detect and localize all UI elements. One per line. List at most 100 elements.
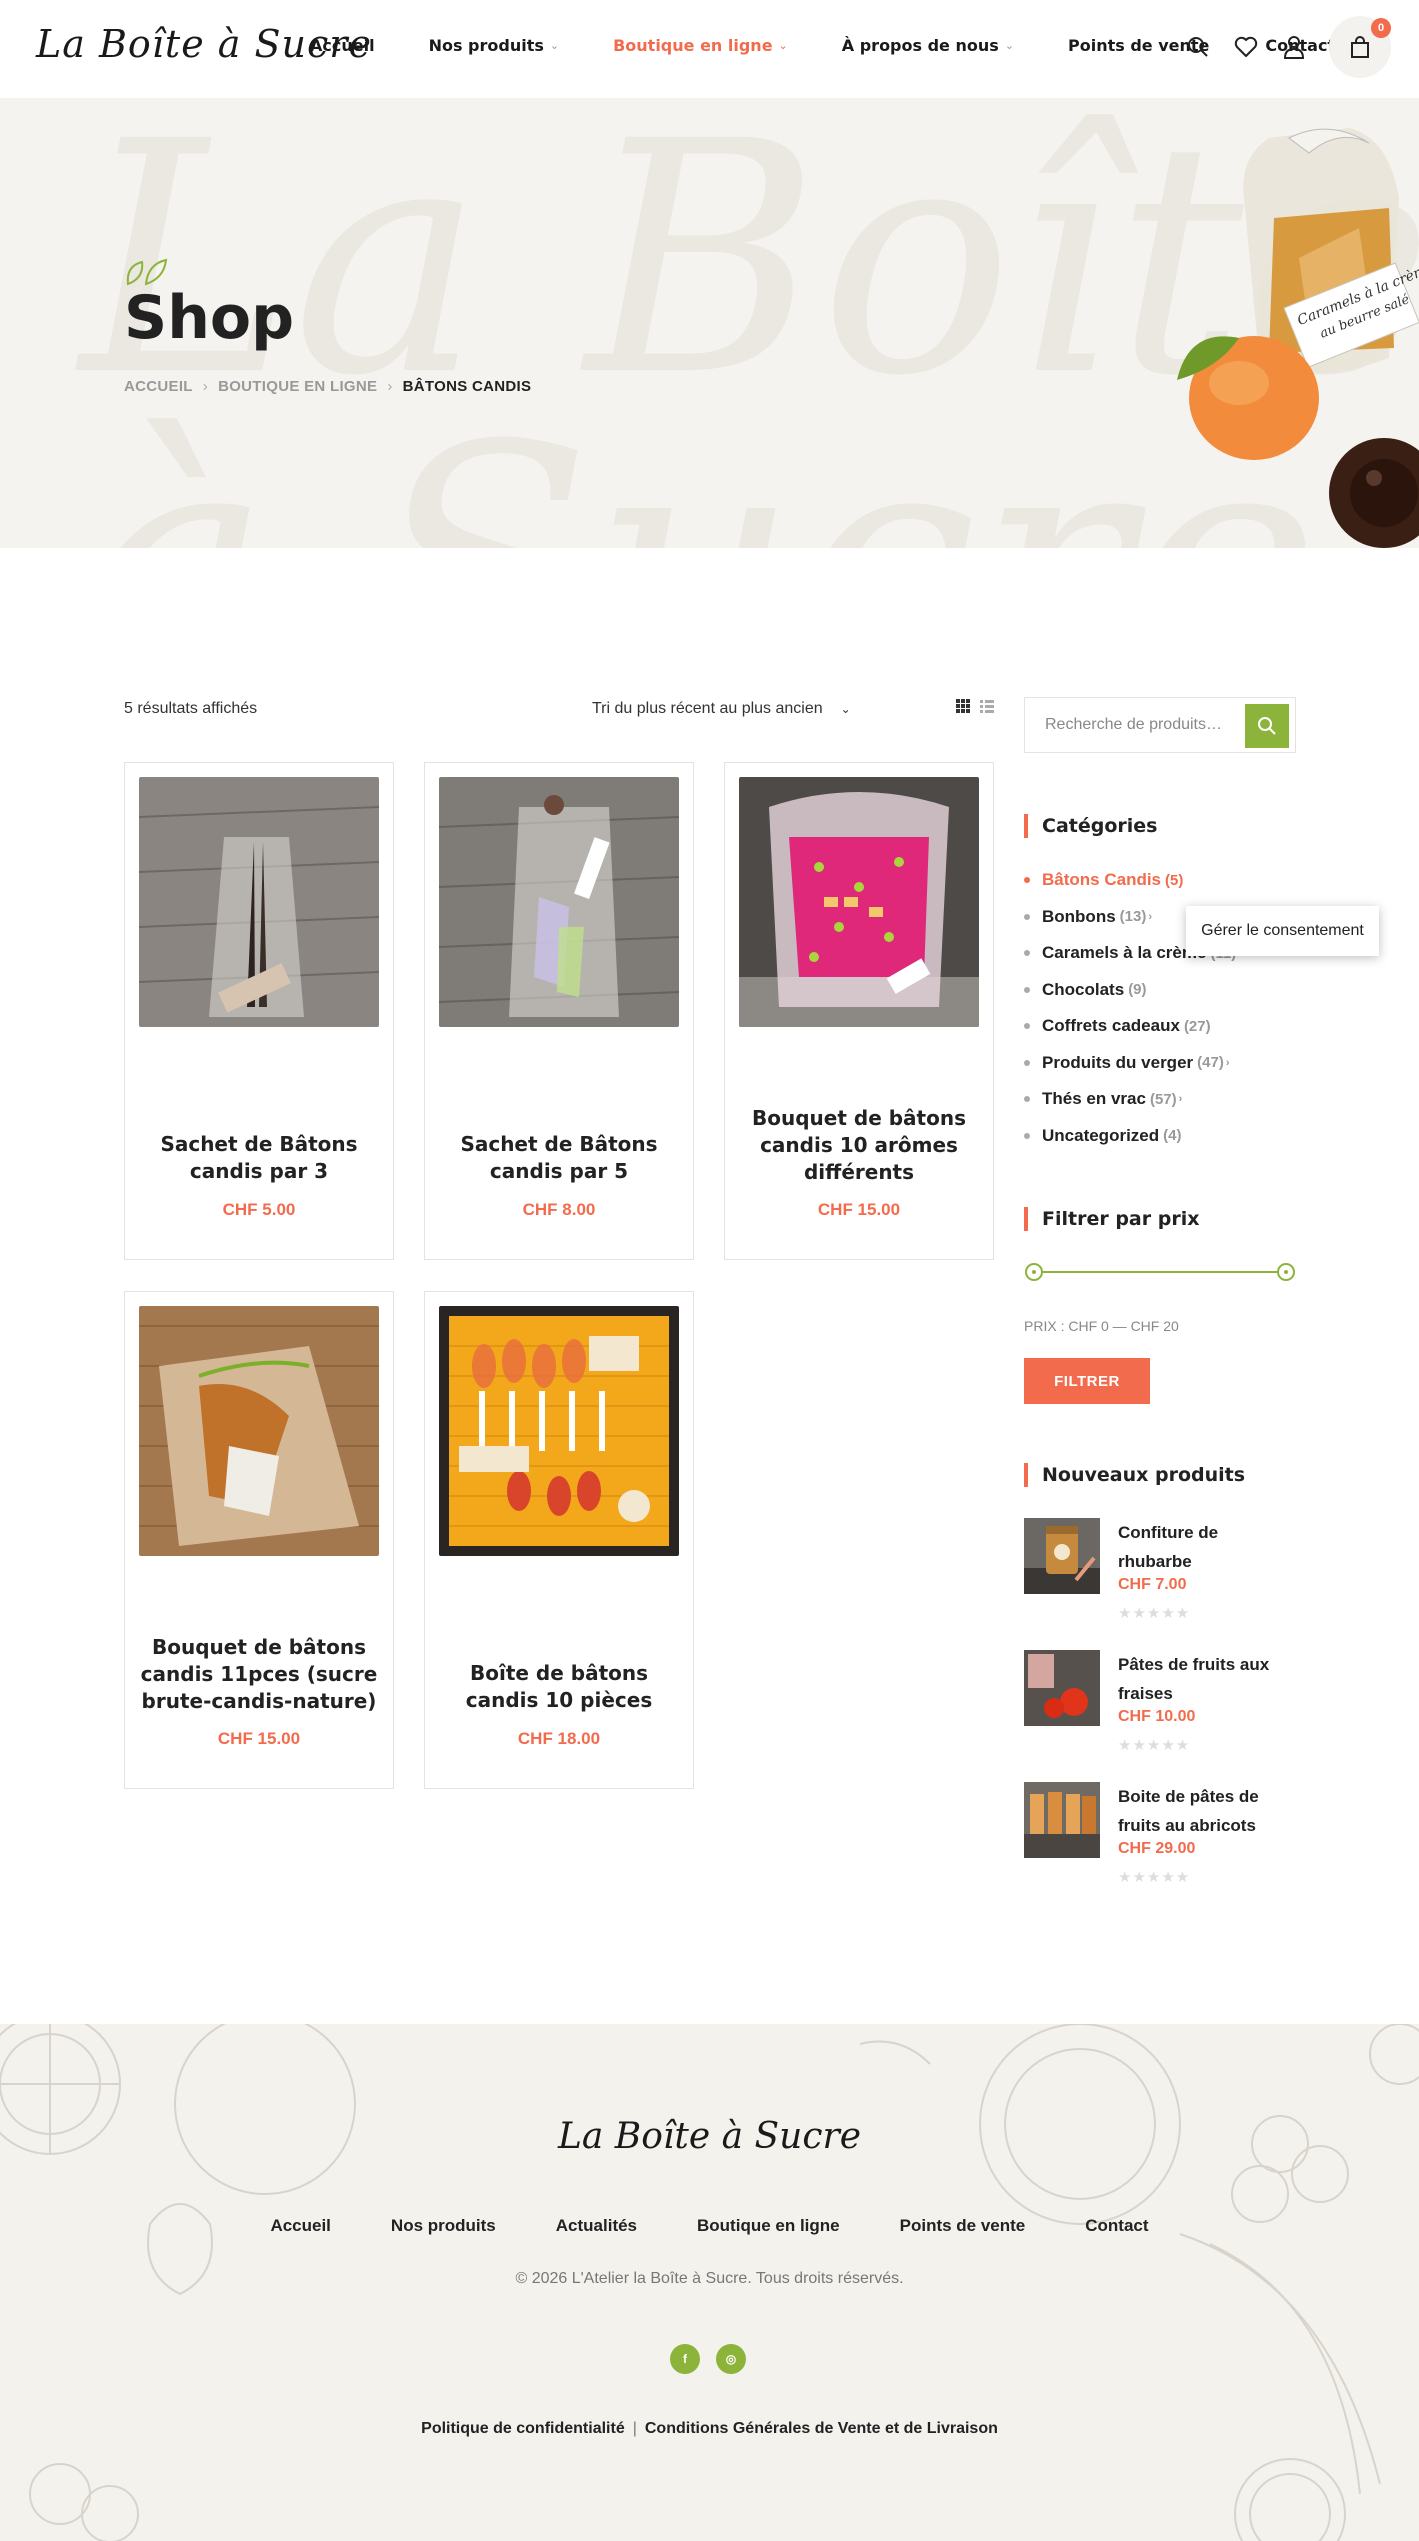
new-product-image[interactable] — [1024, 1782, 1100, 1858]
category-count: (9) — [1128, 981, 1147, 999]
category-item[interactable]: Coffrets cadeaux (27) — [1024, 1008, 1304, 1045]
product-image[interactable] — [139, 1306, 379, 1556]
nav-accueil[interactable]: Accueil — [310, 36, 375, 55]
footer-link[interactable]: Actualités — [556, 2216, 637, 2236]
grid-view-icon[interactable] — [955, 698, 971, 714]
list-view-icon[interactable] — [979, 698, 995, 714]
chevron-right-icon[interactable]: › — [1179, 1093, 1183, 1105]
product-card[interactable]: Bouquet de bâtons candis 10 arômes diffé… — [724, 762, 994, 1260]
new-product-item[interactable]: Confiture de rhubarbe CHF 7.00 ★★★★★ — [1024, 1518, 1296, 1638]
bullet — [1024, 1132, 1030, 1139]
footer-link[interactable]: Points de vente — [900, 2216, 1026, 2236]
user-icon[interactable] — [1281, 34, 1307, 60]
terms-link[interactable]: Conditions Générales de Vente et de Livr… — [645, 2420, 998, 2437]
breadcrumb-shop[interactable]: BOUTIQUE EN LIGNE — [218, 378, 377, 395]
footer-logo[interactable]: La Boîte à Sucre — [0, 2116, 1419, 2157]
cart-button[interactable]: 0 — [1329, 16, 1391, 78]
new-product-image[interactable] — [1024, 1518, 1100, 1594]
footer-link[interactable]: Accueil — [270, 2216, 330, 2236]
category-item[interactable]: Produits du verger (47) › — [1024, 1045, 1304, 1082]
product-price: CHF 18.00 — [517, 1729, 601, 1748]
product-card[interactable]: Sachet de Bâtons candis par 3 CHF 5.00 — [124, 762, 394, 1260]
product-image[interactable] — [139, 777, 379, 1027]
consent-popup-button[interactable]: Gérer le consentement — [1186, 906, 1379, 956]
product-title[interactable]: Bouquet de bâtons candis 10 arômes diffé… — [735, 1105, 983, 1186]
product-image[interactable] — [439, 777, 679, 1027]
breadcrumb: ACCUEIL › BOUTIQUE EN LIGNE › BÂTONS CAN… — [124, 378, 531, 395]
rating-stars: ★★★★★ — [1118, 1737, 1191, 1754]
privacy-policy-link[interactable]: Politique de confidentialité — [421, 2420, 625, 2437]
category-item[interactable]: Thés en vrac (57) › — [1024, 1081, 1304, 1118]
chevron-right-icon[interactable]: › — [1148, 911, 1152, 923]
facebook-icon[interactable]: f — [670, 2344, 700, 2374]
search-input[interactable]: Recherche de produits… — [1045, 716, 1222, 734]
product-price: CHF 15.00 — [217, 1729, 301, 1748]
separator: | — [632, 2420, 637, 2437]
category-count: (4) — [1163, 1127, 1182, 1145]
category-name: Chocolats — [1042, 979, 1125, 999]
product-card[interactable]: Bouquet de bâtons candis 11pces (sucre b… — [124, 1291, 394, 1789]
chevron-right-icon: › — [202, 378, 209, 395]
product-title[interactable]: Sachet de Bâtons candis par 5 — [435, 1131, 683, 1185]
category-name: Bâtons Candis — [1042, 870, 1162, 890]
header-actions: 0 — [1185, 16, 1391, 78]
new-product-image[interactable] — [1024, 1650, 1100, 1726]
new-product-title[interactable]: Pâtes de fruits aux fraises — [1118, 1650, 1288, 1708]
result-count: 5 résultats affichés — [124, 700, 258, 717]
nav-label: Boutique en ligne — [613, 36, 773, 55]
category-name: Bonbons — [1042, 906, 1116, 926]
category-name: Produits du verger — [1042, 1052, 1194, 1072]
footer-link[interactable]: Boutique en ligne — [697, 2216, 840, 2236]
category-item[interactable]: Bâtons Candis (5) — [1024, 862, 1304, 899]
breadcrumb-home[interactable]: ACCUEIL — [124, 378, 193, 395]
bullet — [1024, 877, 1030, 884]
category-count: (13) — [1119, 908, 1147, 926]
bullet — [1024, 913, 1030, 920]
new-product-title[interactable]: Confiture de rhubarbe — [1118, 1518, 1288, 1576]
nav-nos-produits[interactable]: Nos produits ⌄ — [429, 36, 560, 55]
price-slider[interactable] — [1024, 1262, 1296, 1282]
product-price: CHF 5.00 — [222, 1200, 296, 1219]
search-button[interactable] — [1245, 704, 1289, 748]
category-count: (27) — [1183, 1017, 1211, 1035]
page-title: Shop — [124, 283, 295, 353]
footer-link[interactable]: Contact — [1085, 2216, 1148, 2236]
product-image[interactable] — [439, 1306, 679, 1556]
site-header: La Boîte à Sucre Accueil Nos produits ⌄ B… — [0, 0, 1419, 98]
chevron-right-icon[interactable]: › — [1226, 1057, 1230, 1069]
bag-icon — [1351, 36, 1369, 58]
chevron-down-icon: ⌄ — [778, 39, 788, 52]
nav-boutique-en-ligne[interactable]: Boutique en ligne ⌄ — [613, 36, 788, 55]
filter-button[interactable]: FILTRER — [1024, 1358, 1150, 1404]
heart-icon[interactable] — [1233, 34, 1259, 60]
category-name: Thés en vrac — [1042, 1089, 1146, 1109]
product-image[interactable] — [739, 777, 979, 1027]
breadcrumb-current: BÂTONS CANDIS — [402, 378, 532, 395]
category-item[interactable]: Uncategorized (4) — [1024, 1118, 1304, 1155]
page-hero: La Boîteà Sucre Shop ACCUEIL › BOUTIQUE … — [0, 98, 1419, 548]
sort-select[interactable]: Tri du plus récent au plus ancien ⌄ — [592, 700, 851, 718]
search-icon[interactable] — [1185, 34, 1211, 60]
view-toggle — [955, 698, 995, 714]
search-icon — [1258, 717, 1276, 735]
new-product-item[interactable]: Boite de pâtes de fruits au abricots CHF… — [1024, 1782, 1296, 1902]
hero-product-image: Caramels à la crème au beurre salé — [1177, 128, 1419, 548]
new-product-price: CHF 10.00 — [1118, 1708, 1196, 1725]
social-links: f ◎ — [670, 2344, 746, 2374]
chevron-down-icon: ⌄ — [840, 702, 851, 716]
nav-a-propos[interactable]: À propos de nous ⌄ — [842, 36, 1014, 55]
product-title[interactable]: Boîte de bâtons candis 10 pièces — [435, 1660, 683, 1714]
new-product-title[interactable]: Boite de pâtes de fruits au abricots — [1118, 1782, 1288, 1840]
new-product-item[interactable]: Pâtes de fruits aux fraises CHF 10.00 ★★… — [1024, 1650, 1296, 1770]
instagram-icon[interactable]: ◎ — [716, 2344, 746, 2374]
product-title[interactable]: Sachet de Bâtons candis par 3 — [135, 1131, 383, 1185]
leaf-icon — [126, 258, 168, 286]
legal-links: Politique de confidentialité | Conditions … — [0, 2420, 1419, 2438]
product-card[interactable]: Boîte de bâtons candis 10 pièces CHF 18.… — [424, 1291, 694, 1789]
copyright: © 2026 L'Atelier la Boîte à Sucre. Tous … — [515, 2270, 904, 2287]
footer-link[interactable]: Nos produits — [391, 2216, 496, 2236]
new-product-price: CHF 29.00 — [1118, 1840, 1196, 1857]
product-card[interactable]: Sachet de Bâtons candis par 5 CHF 8.00 — [424, 762, 694, 1260]
product-title[interactable]: Bouquet de bâtons candis 11pces (sucre b… — [135, 1634, 383, 1715]
category-item[interactable]: Chocolats (9) — [1024, 972, 1304, 1009]
